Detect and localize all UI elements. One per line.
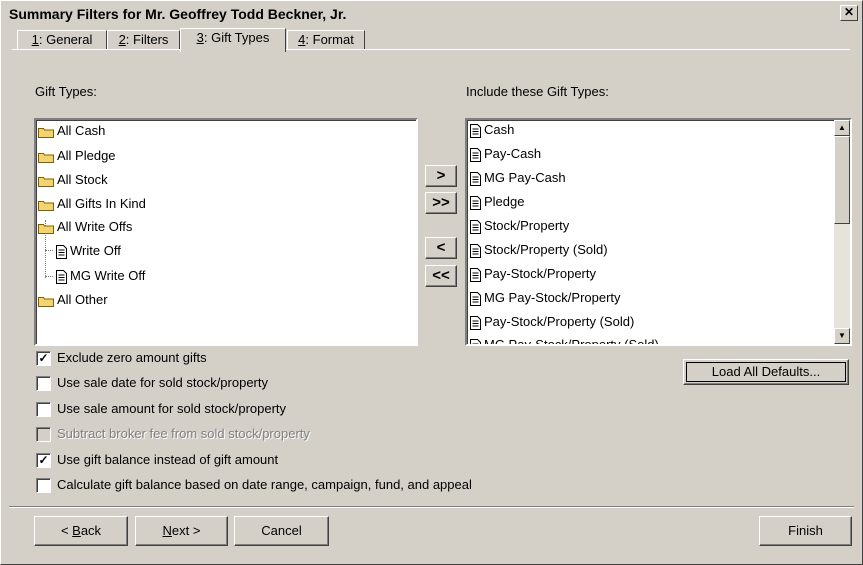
list-item[interactable]: All Other [38, 289, 108, 311]
calculate-balance-checkbox[interactable] [36, 478, 51, 493]
remove-all-button[interactable]: << [425, 265, 457, 287]
tree-line [45, 276, 53, 277]
document-icon [56, 269, 67, 284]
list-item[interactable]: All Gifts In Kind [38, 193, 146, 215]
document-icon [56, 244, 67, 259]
folder-icon [38, 127, 54, 138]
folder-icon [38, 152, 54, 163]
tab-format[interactable]: 4: Format [287, 30, 365, 50]
window-title: Summary Filters for Mr. Geoffrey Todd Be… [9, 6, 347, 22]
tab-general[interactable]: 1: General [17, 30, 107, 50]
option-label: Use sale amount for sold stock/property [57, 401, 287, 416]
document-icon [470, 147, 481, 162]
close-icon[interactable]: ✕ [840, 5, 858, 21]
include-types-label: Include these Gift Types: [466, 84, 609, 99]
folder-icon [38, 200, 54, 211]
option-label: Subtract broker fee from sold stock/prop… [57, 426, 310, 441]
document-icon [470, 219, 481, 234]
list-item[interactable]: Write Off [56, 240, 121, 262]
load-all-defaults-button[interactable]: Load All Defaults... [683, 359, 849, 385]
list-item[interactable]: All Cash [38, 120, 105, 142]
scroll-up-icon[interactable]: ▲ [834, 120, 850, 136]
list-item[interactable]: MG Pay-Stock/Property (Sold) [470, 334, 659, 344]
back-button[interactable]: < Back [34, 516, 128, 546]
list-item[interactable]: Pay-Stock/Property (Sold) [470, 311, 634, 333]
document-icon [470, 195, 481, 210]
broker-fee-checkbox [36, 427, 51, 442]
remove-button[interactable]: < [425, 237, 457, 259]
list-item[interactable]: Pay-Cash [470, 143, 541, 165]
add-all-button[interactable]: >> [425, 192, 457, 214]
document-icon [470, 291, 481, 306]
cancel-button[interactable]: Cancel [234, 516, 329, 546]
tree-line [45, 250, 53, 251]
list-item[interactable]: MG Write Off [56, 265, 145, 287]
add-button[interactable]: > [425, 165, 457, 187]
list-item[interactable]: Stock/Property [470, 215, 569, 237]
next-button[interactable]: Next > [135, 516, 228, 546]
finish-button[interactable]: Finish [759, 516, 852, 546]
dialog-window: Summary Filters for Mr. Geoffrey Todd Be… [0, 0, 863, 565]
document-icon [470, 338, 481, 344]
sale-amount-checkbox[interactable] [36, 402, 51, 417]
folder-icon [38, 296, 54, 307]
list-item[interactable]: MG Pay-Stock/Property [470, 287, 621, 309]
option-label: Use sale date for sold stock/property [57, 375, 268, 390]
document-icon [470, 315, 481, 330]
list-item[interactable]: MG Pay-Cash [470, 167, 566, 189]
option-label: Exclude zero amount gifts [57, 350, 207, 365]
option-label: Calculate gift balance based on date ran… [57, 477, 472, 492]
footer-divider [9, 506, 854, 508]
document-icon [470, 123, 481, 138]
list-item[interactable]: Pay-Stock/Property [470, 263, 596, 285]
document-icon [470, 243, 481, 258]
folder-icon [38, 176, 54, 187]
document-icon [470, 171, 481, 186]
title-bar: Summary Filters for Mr. Geoffrey Todd Be… [3, 3, 860, 25]
list-item[interactable]: All Write Offs [38, 216, 132, 238]
list-item[interactable]: All Pledge [38, 145, 116, 167]
list-item[interactable]: Pledge [470, 191, 524, 213]
scroll-thumb[interactable] [834, 136, 850, 224]
folder-icon [38, 223, 54, 234]
vertical-scrollbar[interactable]: ▲ ▼ [834, 120, 850, 344]
sale-date-checkbox[interactable] [36, 376, 51, 391]
gift-balance-checkbox[interactable]: ✓ [36, 453, 51, 468]
option-label: Use gift balance instead of gift amount [57, 452, 279, 467]
list-item[interactable]: Stock/Property (Sold) [470, 239, 608, 261]
list-item[interactable]: All Stock [38, 169, 108, 191]
scroll-down-icon[interactable]: ▼ [834, 328, 850, 344]
list-item[interactable]: Cash [470, 120, 514, 141]
document-icon [470, 267, 481, 282]
tab-filters[interactable]: 2: Filters [107, 30, 180, 50]
tab-gift-types[interactable]: 3: Gift Types [180, 28, 286, 52]
exclude-zero-checkbox[interactable]: ✓ [36, 351, 51, 366]
include-types-list[interactable]: Cash Pay-Cash MG Pay-Cash Pledge Stock/P… [465, 118, 852, 346]
gift-types-label: Gift Types: [35, 84, 97, 99]
gift-types-list[interactable]: All Cash All Pledge All Stock All Gifts … [34, 118, 418, 346]
